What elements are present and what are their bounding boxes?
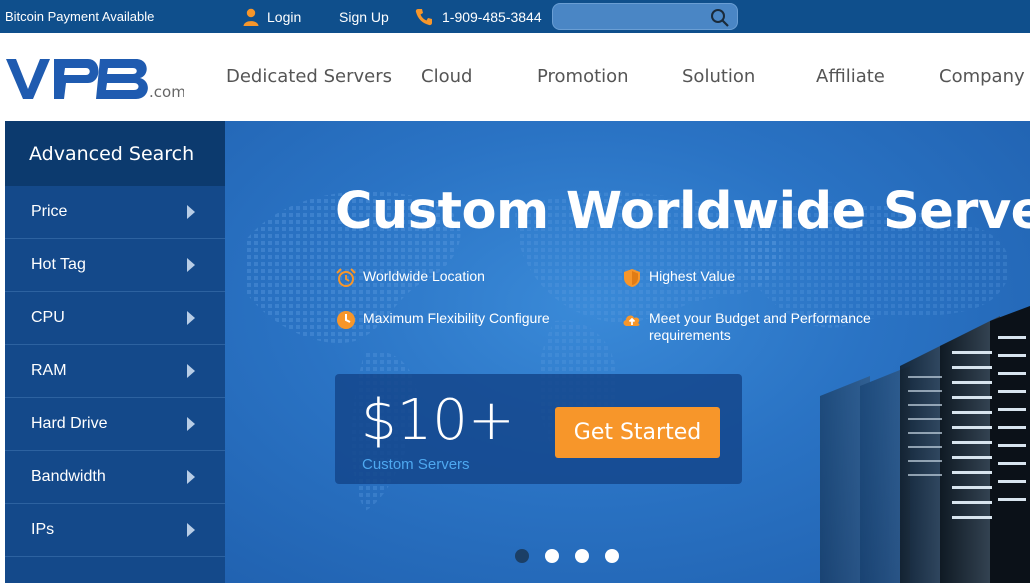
feature-label: Highest Value: [649, 268, 736, 284]
clock-icon: [337, 311, 355, 329]
login-link[interactable]: Login: [243, 8, 301, 26]
feature-highest-value: Highest Value: [622, 268, 735, 288]
chevron-right-icon: [187, 258, 195, 272]
search-icon[interactable]: [710, 8, 729, 27]
sidebar-item-price[interactable]: Price: [5, 186, 225, 239]
svg-text:.com: .com: [149, 83, 184, 101]
sidebar-title: Advanced Search: [5, 121, 225, 186]
alarm-clock-icon: [336, 268, 356, 287]
feature-worldwide-location: Worldwide Location: [336, 268, 485, 288]
nav-company[interactable]: Company: [939, 66, 1025, 87]
sidebar-item-label: IPs: [31, 521, 55, 538]
server-racks-image: [820, 306, 1030, 583]
sidebar-item-label: CPU: [31, 309, 65, 326]
feature-budget-performance: Meet your Budget and Performance require…: [622, 310, 892, 344]
sidebar-item-bandwidth[interactable]: Bandwidth: [5, 451, 225, 504]
nav-solution[interactable]: Solution: [682, 66, 755, 87]
sidebar-item-hard-drive[interactable]: Hard Drive: [5, 398, 225, 451]
hero-banner: Custom Worldwide Servers Worldwide Locat…: [225, 121, 1030, 583]
sidebar-item-label: Price: [31, 203, 68, 220]
signup-link[interactable]: Sign Up: [339, 9, 389, 25]
chevron-right-icon: [187, 364, 195, 378]
sidebar-item-label: RAM: [31, 362, 67, 379]
hero-title: Custom Worldwide Servers: [335, 182, 1030, 241]
feature-label: Maximum Flexibility Configure: [363, 310, 550, 326]
slide-pagination: [515, 549, 619, 563]
slide-dot-1[interactable]: [515, 549, 529, 563]
sidebar-item-label: Bandwidth: [31, 468, 106, 485]
feature-label: Worldwide Location: [363, 268, 485, 284]
phone-icon: [415, 9, 432, 26]
top-bar: Bitcoin Payment Available Login Sign Up …: [0, 0, 1030, 33]
bitcoin-promo-text: Bitcoin Payment Available: [5, 9, 155, 24]
user-icon: [243, 8, 259, 26]
price-amount: $10+: [361, 388, 515, 453]
login-label: Login: [267, 9, 302, 25]
chevron-right-icon: [187, 417, 195, 431]
search-input[interactable]: [553, 4, 703, 29]
nav-promotion[interactable]: Promotion: [537, 66, 629, 87]
sidebar-item-ram[interactable]: RAM: [5, 345, 225, 398]
chevron-right-icon: [187, 470, 195, 484]
phone-contact: 1-909-485-3844: [415, 8, 542, 26]
price-box: $10+ Custom Servers Get Started: [335, 374, 742, 484]
search-box: [552, 3, 738, 30]
site-header: .com Dedicated Servers Cloud Promotion S…: [0, 33, 1030, 121]
cloud-upload-icon: [623, 315, 640, 326]
slide-dot-4[interactable]: [605, 549, 619, 563]
feature-flexibility: Maximum Flexibility Configure: [336, 310, 550, 330]
vpb-logo[interactable]: .com: [4, 55, 184, 103]
chevron-right-icon: [187, 311, 195, 325]
sidebar-item-cpu[interactable]: CPU: [5, 292, 225, 345]
advanced-search-sidebar: Advanced Search Price Hot Tag CPU RAM Ha…: [5, 121, 225, 583]
sidebar-item-label: Hot Tag: [31, 256, 86, 273]
get-started-button[interactable]: Get Started: [555, 407, 720, 458]
sidebar-item-hot-tag[interactable]: Hot Tag: [5, 239, 225, 292]
nav-dedicated-servers[interactable]: Dedicated Servers: [226, 66, 392, 87]
slide-dot-2[interactable]: [545, 549, 559, 563]
phone-number: 1-909-485-3844: [442, 9, 542, 25]
shield-icon: [624, 269, 640, 287]
sidebar-item-ips[interactable]: IPs: [5, 504, 225, 557]
chevron-right-icon: [187, 205, 195, 219]
nav-affiliate[interactable]: Affiliate: [816, 66, 885, 87]
slide-dot-3[interactable]: [575, 549, 589, 563]
sidebar-item-label: Hard Drive: [31, 415, 108, 432]
price-subtitle: Custom Servers: [362, 456, 470, 473]
chevron-right-icon: [187, 523, 195, 537]
feature-label: Meet your Budget and Performance require…: [649, 310, 871, 343]
nav-cloud[interactable]: Cloud: [421, 66, 472, 87]
